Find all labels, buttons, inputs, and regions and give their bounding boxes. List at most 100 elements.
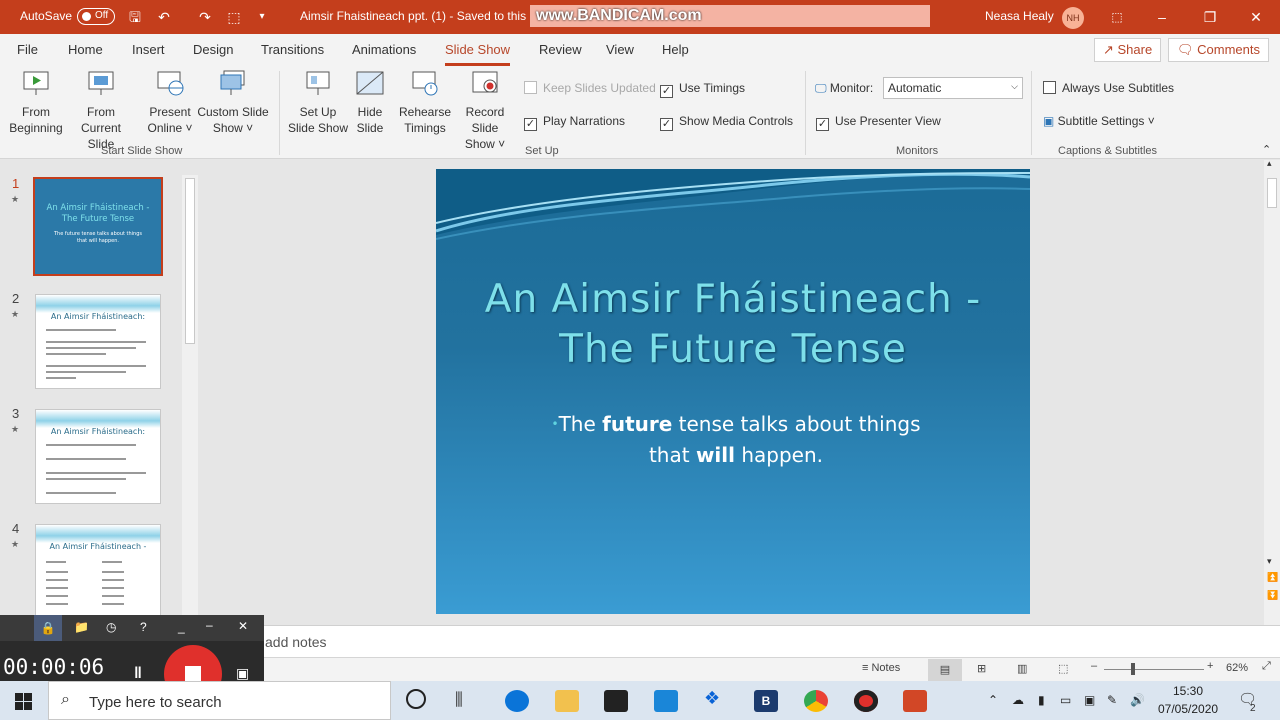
tab-home[interactable]: Home bbox=[68, 42, 103, 57]
pen-icon[interactable]: ✎ bbox=[1107, 693, 1117, 707]
slide-show-view-icon[interactable]: ⬚ bbox=[1058, 662, 1068, 675]
usb-icon[interactable]: ▮ bbox=[1038, 693, 1045, 707]
rehearse-timings-button[interactable]: Rehearse Timings bbox=[398, 69, 452, 136]
tab-review[interactable]: Review bbox=[539, 42, 582, 57]
tab-slide-show[interactable]: Slide Show bbox=[445, 42, 511, 66]
clock-icon[interactable]: ◷ bbox=[106, 620, 116, 634]
help-icon[interactable]: ? bbox=[140, 620, 147, 634]
previous-slide-icon[interactable]: ⏫ bbox=[1267, 572, 1278, 583]
search-box[interactable]: ⌕ Type here to search bbox=[48, 681, 391, 720]
custom-slide-show-button[interactable]: Custom Slide Show ˅ bbox=[196, 69, 270, 136]
store-icon[interactable] bbox=[604, 690, 628, 712]
fit-to-window-icon[interactable]: ⤢ bbox=[1262, 660, 1271, 673]
comments-button[interactable]: 🗨 Comments bbox=[1168, 38, 1269, 62]
show-media-controls-checkbox[interactable]: ✓ Show Media Controls bbox=[660, 114, 793, 131]
zoom-slider-thumb[interactable] bbox=[1131, 663, 1135, 675]
subtitle-settings-button[interactable]: ▣ Subtitle Settings ˅ bbox=[1043, 114, 1155, 128]
ribbon-display-icon[interactable]: ⬚ bbox=[1105, 5, 1129, 29]
scroll-up-icon[interactable]: ▴ bbox=[1267, 158, 1272, 169]
record-slide-show-button[interactable]: Record Slide Show ˅ bbox=[451, 69, 519, 152]
autosave-toggle[interactable]: Off bbox=[77, 8, 115, 25]
show-hidden-icons[interactable]: ⌃ bbox=[988, 693, 998, 707]
undo-icon[interactable]: ↶ bbox=[155, 8, 173, 26]
slide-body-text[interactable]: •The future tense talks about things tha… bbox=[536, 409, 936, 471]
cortana-icon[interactable] bbox=[406, 689, 426, 709]
scroll-thumb[interactable] bbox=[1267, 178, 1277, 208]
battery-icon[interactable]: ▭ bbox=[1060, 693, 1071, 707]
zoom-level[interactable]: 62% bbox=[1226, 662, 1248, 674]
recording-timer: 00:00:06 bbox=[3, 655, 105, 679]
customize-toolbar-icon[interactable]: ▾ bbox=[253, 8, 271, 26]
network-icon[interactable]: ▣ bbox=[1084, 693, 1095, 707]
play-narrations-checkbox[interactable]: ✓ Play Narrations bbox=[524, 114, 625, 131]
tab-transitions[interactable]: Transitions bbox=[261, 42, 324, 57]
hide-slide-button[interactable]: Hide Slide bbox=[352, 69, 388, 136]
tab-animations[interactable]: Animations bbox=[352, 42, 416, 57]
lock-icon[interactable]: 🔒 bbox=[34, 615, 62, 641]
slide-title[interactable]: An Aimsir Fháistineach - The Future Tens… bbox=[436, 275, 1030, 375]
chevron-down-icon: ⌵ bbox=[1011, 81, 1018, 91]
zoom-out-icon[interactable]: – bbox=[1091, 660, 1097, 672]
notes-pane[interactable]: add notes bbox=[200, 625, 1280, 657]
from-beginning-button[interactable]: From Beginning bbox=[8, 69, 64, 136]
slide-sorter-icon[interactable]: ⊞ bbox=[977, 662, 986, 675]
camera-icon[interactable]: ▣ bbox=[236, 665, 249, 682]
bandicam-toolbar: 🔒 📁 ◷ ? _ – ✕ bbox=[0, 615, 264, 641]
slide-thumbnail-4[interactable]: An Aimsir Fháistineach - bbox=[35, 524, 161, 619]
minimize-icon[interactable]: – bbox=[1150, 5, 1174, 29]
close-icon[interactable]: ✕ bbox=[1244, 5, 1268, 29]
clock-time[interactable]: 15:30 bbox=[1173, 684, 1203, 698]
monitor-select[interactable]: Automatic ⌵ bbox=[883, 77, 1023, 99]
next-slide-icon[interactable]: ⏬ bbox=[1267, 590, 1278, 601]
from-current-slide-button[interactable]: From Current Slide bbox=[66, 69, 136, 152]
edge-icon[interactable] bbox=[505, 690, 529, 712]
set-up-slide-show-button[interactable]: Set Up Slide Show bbox=[286, 69, 350, 136]
tab-help[interactable]: Help bbox=[662, 42, 689, 57]
notes-button[interactable]: ≡ Notes bbox=[862, 662, 900, 674]
folder-icon[interactable]: 📁 bbox=[74, 620, 89, 634]
volume-icon[interactable]: 🔊 bbox=[1130, 693, 1145, 707]
zoom-slider[interactable] bbox=[1104, 669, 1204, 670]
present-icon[interactable]: ⬚ bbox=[225, 8, 243, 26]
tab-insert[interactable]: Insert bbox=[132, 42, 165, 57]
close-icon[interactable]: ✕ bbox=[238, 619, 248, 633]
dropbox-icon[interactable]: ❖ bbox=[704, 688, 720, 709]
thumbnail-scrollbar[interactable] bbox=[182, 175, 198, 615]
onedrive-icon[interactable]: ☁ bbox=[1012, 693, 1024, 707]
mail-icon[interactable] bbox=[654, 690, 678, 712]
present-online-button[interactable]: Present Online ˅ bbox=[144, 69, 196, 136]
always-use-subtitles-checkbox[interactable]: Always Use Subtitles bbox=[1043, 81, 1174, 95]
avatar[interactable]: NH bbox=[1062, 7, 1084, 29]
minimize-icon[interactable]: – bbox=[206, 618, 213, 632]
windows-start-icon[interactable] bbox=[15, 693, 32, 710]
divider bbox=[279, 71, 280, 155]
divider bbox=[1031, 71, 1032, 155]
chrome-icon[interactable] bbox=[804, 690, 828, 712]
restore-icon[interactable]: ❐ bbox=[1198, 5, 1222, 29]
slide-thumbnail-1[interactable]: An Aimsir Fháistineach - The Future Tens… bbox=[33, 177, 163, 276]
use-presenter-view-checkbox[interactable]: ✓ Use Presenter View bbox=[816, 114, 941, 131]
slide-canvas[interactable]: An Aimsir Fháistineach - The Future Tens… bbox=[436, 169, 1030, 614]
scroll-down-icon[interactable]: ▾ bbox=[1267, 556, 1272, 567]
editor-scrollbar[interactable]: ▴ ▾ ⏫ ⏬ bbox=[1264, 158, 1280, 625]
redo-icon[interactable]: ↷ bbox=[196, 8, 214, 26]
reading-view-icon[interactable]: ▥ bbox=[1017, 662, 1027, 675]
save-icon[interactable]: 🖫 bbox=[126, 8, 144, 26]
slide-thumbnail-3[interactable]: An Aimsir Fháistineach: bbox=[35, 409, 161, 504]
bandicut-icon[interactable]: B bbox=[754, 690, 778, 712]
file-explorer-icon[interactable] bbox=[555, 690, 579, 712]
zoom-in-icon[interactable]: + bbox=[1207, 660, 1213, 672]
normal-view-icon[interactable]: ▤ bbox=[928, 659, 962, 681]
use-timings-checkbox[interactable]: ✓ Use Timings bbox=[660, 81, 745, 98]
bandicam-taskbar-icon[interactable] bbox=[854, 690, 878, 712]
powerpoint-icon[interactable] bbox=[903, 690, 927, 712]
collapse-icon[interactable]: _ bbox=[178, 620, 185, 634]
tab-design[interactable]: Design bbox=[193, 42, 233, 57]
tab-file[interactable]: File bbox=[17, 42, 38, 57]
clock-date[interactable]: 07/05/2020 bbox=[1158, 702, 1218, 716]
tab-view[interactable]: View bbox=[606, 42, 634, 57]
collapse-ribbon-icon[interactable]: ⌃ bbox=[1262, 143, 1271, 156]
task-view-icon[interactable]: ⫼ bbox=[455, 690, 463, 710]
slide-thumbnail-2[interactable]: An Aimsir Fháistineach: bbox=[35, 294, 161, 389]
share-button[interactable]: ↗ Share bbox=[1094, 38, 1162, 62]
